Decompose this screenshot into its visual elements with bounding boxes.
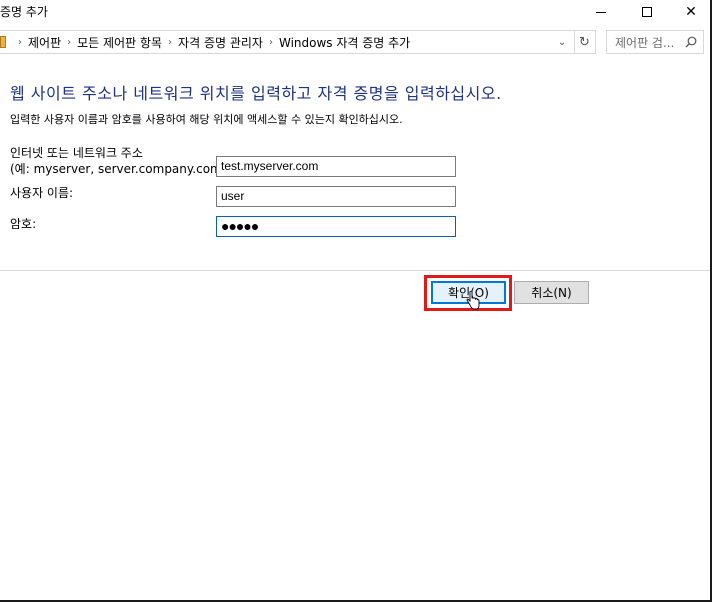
hand-cursor-icon: [466, 291, 480, 310]
page-description: 입력한 사용자 이름과 암호를 사용하여 해당 위치에 액세스할 수 있는지 확…: [10, 113, 403, 126]
address-bar[interactable]: › 제어판 › 모든 제어판 항목 › 자격 증명 관리자 › Windows …: [0, 30, 575, 54]
control-panel-icon: [0, 36, 6, 48]
refresh-icon: ↻: [579, 34, 590, 50]
chevron-right-icon[interactable]: ›: [67, 37, 71, 48]
close-button[interactable]: ✕: [668, 0, 712, 24]
minimize-icon: [596, 11, 606, 13]
username-label: 사용자 이름:: [10, 186, 74, 200]
maximize-icon: [642, 7, 652, 17]
password-label: 암호:: [10, 217, 37, 231]
maximize-button[interactable]: [624, 0, 670, 24]
breadcrumb-add-windows-credential[interactable]: Windows 자격 증명 추가: [279, 34, 410, 51]
chevron-right-icon[interactable]: ›: [18, 37, 22, 48]
chevron-down-icon: ⌄: [557, 36, 567, 48]
window-title: 증명 추가: [0, 5, 48, 19]
minimize-button[interactable]: [578, 0, 624, 24]
address-label: 인터넷 또는 네트워크 주소: [10, 146, 143, 160]
breadcrumb-credential-manager[interactable]: 자격 증명 관리자: [178, 34, 263, 51]
title-bar[interactable]: 증명 추가 ✕: [0, 0, 710, 26]
chevron-right-icon[interactable]: ›: [168, 37, 172, 48]
dialog-window: 증명 추가 ✕ › 제어판 › 모든 제어판 항목 › 자격 증명 관리자 › …: [0, 0, 712, 602]
cancel-button[interactable]: 취소(N): [514, 281, 589, 304]
page-heading: 웹 사이트 주소나 네트워크 위치를 입력하고 자격 증명을 입력하십시오.: [10, 84, 502, 103]
search-icon: [685, 36, 697, 48]
divider: [0, 270, 710, 271]
address-field[interactable]: test.myserver.com: [216, 156, 456, 177]
close-icon: ✕: [685, 4, 697, 20]
breadcrumb-control-panel[interactable]: 제어판: [28, 34, 61, 51]
address-row: › 제어판 › 모든 제어판 항목 › 자격 증명 관리자 › Windows …: [0, 30, 710, 56]
chevron-right-icon[interactable]: ›: [269, 37, 273, 48]
address-hint: (예: myserver, server.company.com):: [10, 162, 231, 176]
username-field[interactable]: user: [216, 186, 456, 207]
search-placeholder: 제어판 검...: [615, 35, 675, 50]
breadcrumb-all-items[interactable]: 모든 제어판 항목: [77, 34, 162, 51]
address-dropdown-button[interactable]: ⌄: [553, 30, 571, 54]
password-field[interactable]: ●●●●●: [216, 216, 456, 237]
search-input[interactable]: 제어판 검...: [606, 30, 704, 54]
refresh-button[interactable]: ↻: [574, 30, 596, 54]
